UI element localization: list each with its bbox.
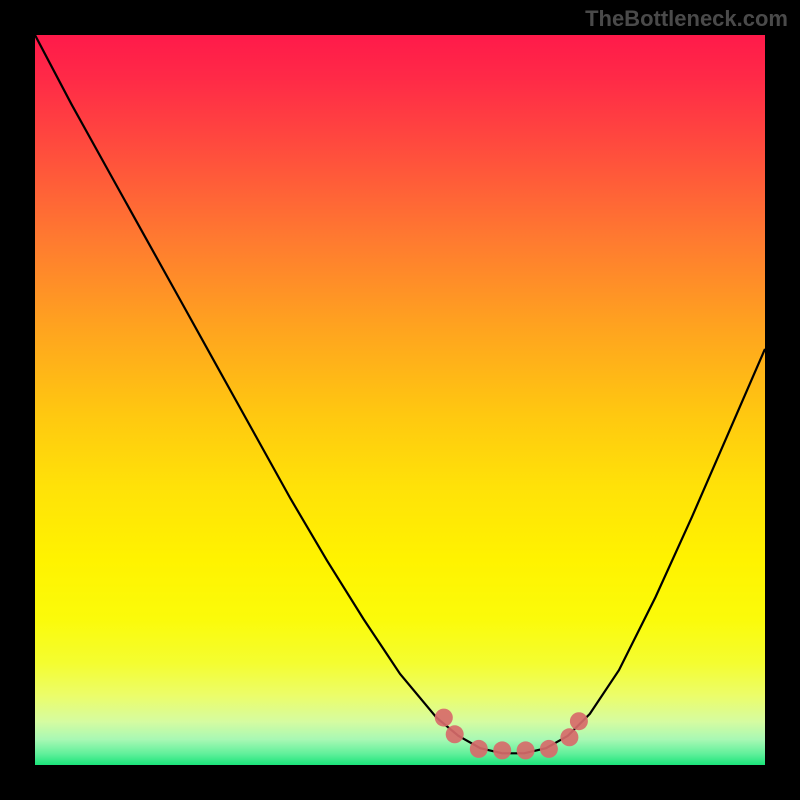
plot-area — [35, 35, 765, 765]
highlight-markers — [35, 35, 765, 765]
watermark-text: TheBottleneck.com — [585, 6, 788, 32]
